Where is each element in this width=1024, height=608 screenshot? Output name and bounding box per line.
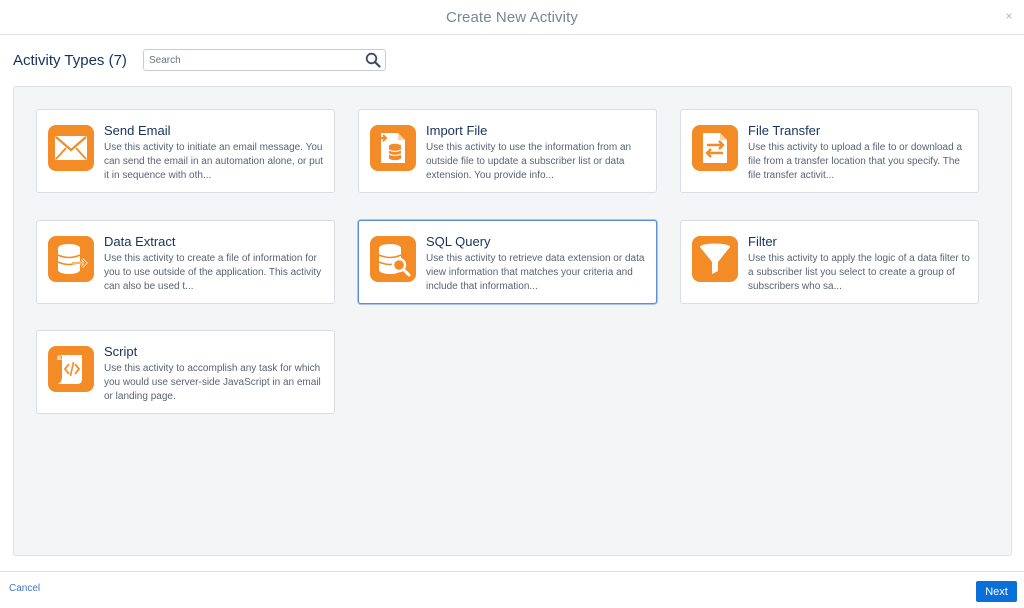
card-description: Use this activity to use the information…: [426, 142, 632, 181]
card-description: Use this activity to create a file of in…: [104, 253, 322, 292]
search-field[interactable]: [143, 49, 386, 71]
data-extract-icon: [48, 236, 94, 282]
activity-card-sql-query[interactable]: SQL Query Use this activity to retrieve …: [358, 220, 657, 304]
activity-card-data-extract[interactable]: Data Extract Use this activity to create…: [36, 220, 335, 304]
activity-grid-panel: Send Email Use this activity to initiate…: [13, 86, 1012, 556]
search-icon[interactable]: [365, 52, 381, 68]
activity-card-import-file[interactable]: Import File Use this activity to use the…: [358, 109, 657, 193]
activity-card-filter[interactable]: Filter Use this activity to apply the lo…: [680, 220, 979, 304]
modal-title: Create New Activity: [446, 8, 578, 26]
card-title: Data Extract: [104, 234, 176, 249]
activity-card-script[interactable]: Script Use this activity to accomplish a…: [36, 330, 335, 414]
import-file-icon: [370, 125, 416, 171]
card-description: Use this activity to initiate an email m…: [104, 142, 324, 181]
card-description: Use this activity to accomplish any task…: [104, 363, 321, 402]
modal-footer: Cancel Next: [0, 571, 1024, 608]
card-description: Use this activity to retrieve data exten…: [426, 253, 645, 292]
activity-types-title: Activity Types (7): [13, 51, 127, 69]
file-transfer-icon: [692, 125, 738, 171]
envelope-icon: [48, 125, 94, 171]
card-description: Use this activity to apply the logic of …: [748, 253, 970, 292]
card-title: File Transfer: [748, 123, 821, 138]
card-title: Import File: [426, 123, 488, 138]
activity-types-header: Activity Types (7): [13, 48, 127, 72]
script-icon: [48, 346, 94, 392]
card-title: SQL Query: [426, 234, 491, 249]
card-description: Use this activity to upload a file to or…: [748, 142, 963, 181]
search-input[interactable]: [144, 50, 359, 70]
card-title: Script: [104, 344, 138, 359]
activity-card-file-transfer[interactable]: File Transfer Use this activity to uploa…: [680, 109, 979, 193]
modal-header: Create New Activity ×: [0, 0, 1024, 35]
card-title: Send Email: [104, 123, 171, 138]
filter-funnel-icon: [692, 236, 738, 282]
next-button[interactable]: Next: [976, 581, 1017, 602]
card-title: Filter: [748, 234, 777, 249]
sql-query-icon: [370, 236, 416, 282]
activity-card-send-email[interactable]: Send Email Use this activity to initiate…: [36, 109, 335, 193]
close-icon[interactable]: ×: [1003, 10, 1015, 22]
cancel-button[interactable]: Cancel: [9, 583, 40, 594]
